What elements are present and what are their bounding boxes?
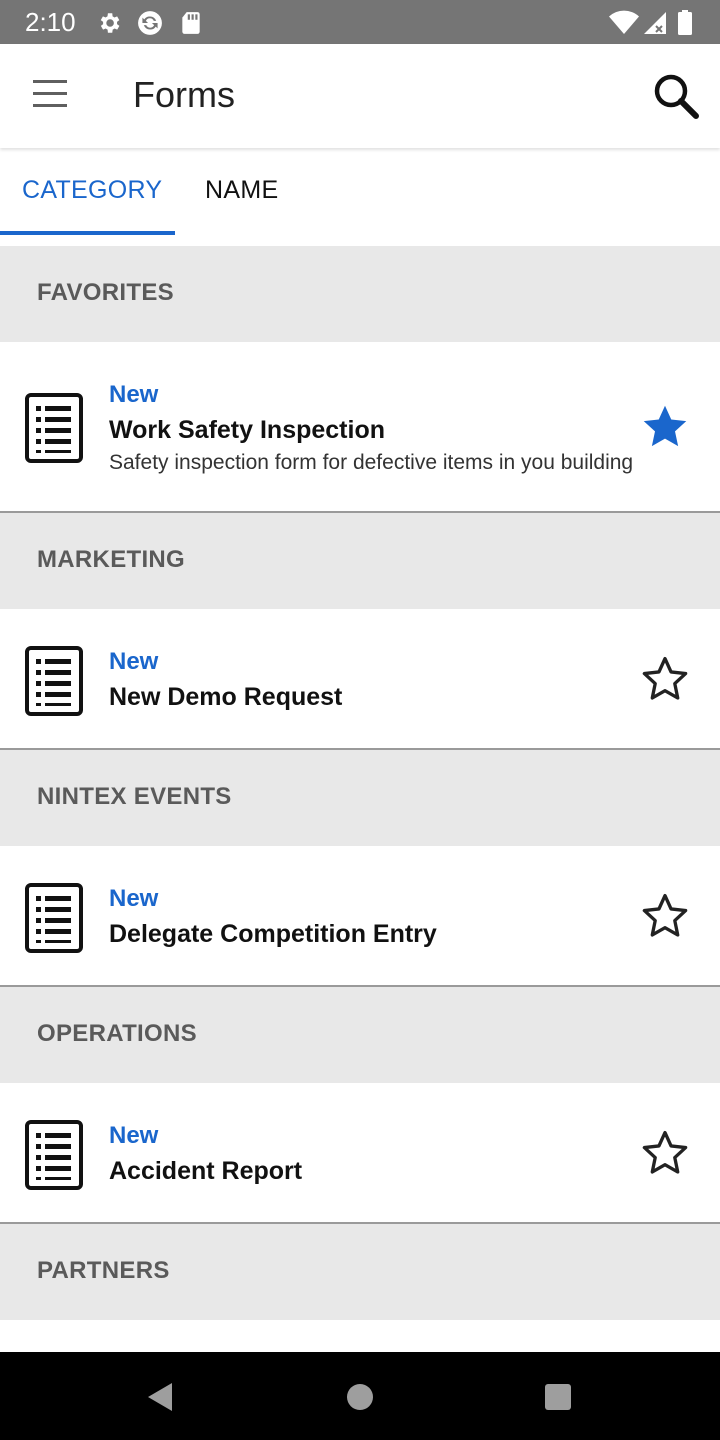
form-document-icon: [25, 393, 83, 463]
status-bar: 2:10: [0, 0, 720, 44]
sync-icon: [138, 11, 162, 35]
form-row-work-safety-inspection[interactable]: New Work Safety Inspection Safety inspec…: [0, 342, 720, 513]
form-title: Accident Report: [109, 1157, 303, 1185]
star-outline-icon[interactable]: [640, 891, 690, 941]
tab-selected-indicator: [0, 231, 175, 235]
form-description: Safety inspection form for defective ite…: [109, 451, 634, 474]
wifi-icon: [609, 10, 639, 34]
star-outline-icon[interactable]: [640, 1128, 690, 1178]
back-icon[interactable]: [135, 1372, 185, 1422]
form-status-badge: New: [109, 1122, 159, 1149]
sd-card-icon: [182, 12, 200, 34]
battery-icon: [678, 10, 692, 35]
status-time: 2:10: [25, 7, 76, 37]
signal-icon: [644, 12, 666, 34]
recents-icon[interactable]: [533, 1372, 583, 1422]
form-status-badge: New: [109, 648, 159, 675]
system-navigation-bar: [0, 1352, 720, 1440]
tab-bar: CATEGORY NAME: [0, 148, 720, 246]
form-title: Work Safety Inspection: [109, 416, 385, 444]
form-row-delegate-competition-entry[interactable]: New Delegate Competition Entry: [0, 846, 720, 987]
form-title: New Demo Request: [109, 683, 343, 711]
app-bar: Forms: [0, 44, 720, 148]
tab-name[interactable]: NAME: [205, 176, 278, 205]
section-header-label: NINTEX EVENTS: [37, 783, 232, 810]
section-header-nintex-events: NINTEX EVENTS: [0, 750, 720, 846]
section-header-partners: PARTNERS: [0, 1224, 720, 1320]
section-header-favorites: FAVORITES: [0, 246, 720, 342]
form-status-badge: New: [109, 381, 159, 408]
form-document-icon: [25, 883, 83, 953]
home-icon[interactable]: [335, 1372, 385, 1422]
tab-category[interactable]: CATEGORY: [22, 176, 162, 205]
section-header-label: PARTNERS: [37, 1257, 170, 1284]
section-header-operations: OPERATIONS: [0, 987, 720, 1083]
form-status-badge: New: [109, 885, 159, 912]
hamburger-menu-icon[interactable]: [30, 78, 72, 112]
form-document-icon: [25, 646, 83, 716]
star-outline-icon[interactable]: [640, 654, 690, 704]
form-document-icon: [25, 1120, 83, 1190]
form-row-accident-report[interactable]: New Accident Report: [0, 1083, 720, 1224]
page-title: Forms: [133, 74, 235, 115]
search-icon[interactable]: [650, 70, 702, 122]
section-header-label: FAVORITES: [37, 279, 174, 306]
gear-icon: [100, 13, 120, 33]
section-header-label: OPERATIONS: [37, 1020, 197, 1047]
section-header-marketing: MARKETING: [0, 513, 720, 609]
star-filled-icon[interactable]: [640, 402, 690, 452]
form-row-new-demo-request[interactable]: New New Demo Request: [0, 609, 720, 750]
section-header-label: MARKETING: [37, 546, 186, 573]
form-title: Delegate Competition Entry: [109, 920, 437, 948]
